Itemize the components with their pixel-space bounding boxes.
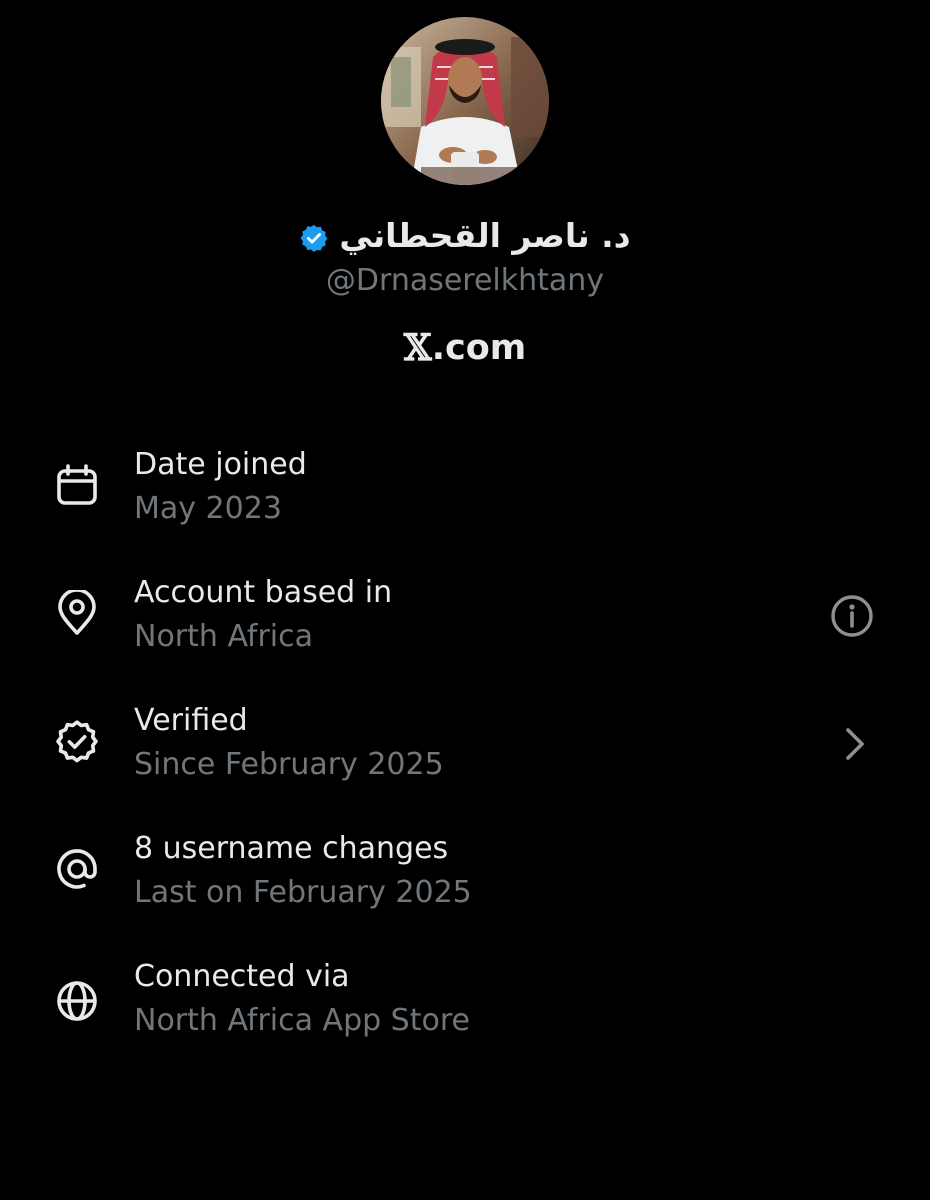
globe-icon <box>54 978 100 1024</box>
connected-via-row: Connected via North Africa App Store <box>0 952 930 1052</box>
row-subtitle: North Africa App Store <box>134 1003 470 1038</box>
site-domain: .com <box>431 328 527 368</box>
verified-row[interactable]: Verified Since February 2025 <box>0 696 930 796</box>
date-joined-row: Date joined May 2023 <box>0 440 930 540</box>
calendar-icon <box>54 462 100 508</box>
username-changes-row: 8 username changes Last on February 2025 <box>0 824 930 924</box>
row-subtitle: Last on February 2025 <box>134 875 472 910</box>
location-pin-icon <box>54 588 100 636</box>
at-sign-icon <box>54 846 100 892</box>
row-title: Account based in <box>134 575 393 610</box>
chevron-right-icon[interactable] <box>832 720 880 768</box>
x-logo-icon: 𝕏 <box>403 327 432 369</box>
verified-check-icon <box>54 718 100 764</box>
row-subtitle: May 2023 <box>134 491 282 526</box>
display-name-row: د. ناصر القحطاني <box>0 213 930 259</box>
site-label: 𝕏 .com <box>0 326 930 370</box>
row-title: Verified <box>134 703 248 738</box>
info-icon[interactable] <box>828 592 876 640</box>
display-name: د. ناصر القحطاني <box>339 216 631 255</box>
profile-avatar[interactable] <box>381 17 549 185</box>
row-title: Connected via <box>134 959 350 994</box>
row-title: 8 username changes <box>134 831 449 866</box>
username-handle: @Drnaserelkhtany <box>325 263 605 298</box>
verified-badge-icon[interactable] <box>299 223 329 253</box>
account-based-in-row: Account based in North Africa <box>0 568 930 668</box>
row-subtitle: North Africa <box>134 619 314 654</box>
row-subtitle: Since February 2025 <box>134 747 444 782</box>
row-title: Date joined <box>134 447 307 482</box>
